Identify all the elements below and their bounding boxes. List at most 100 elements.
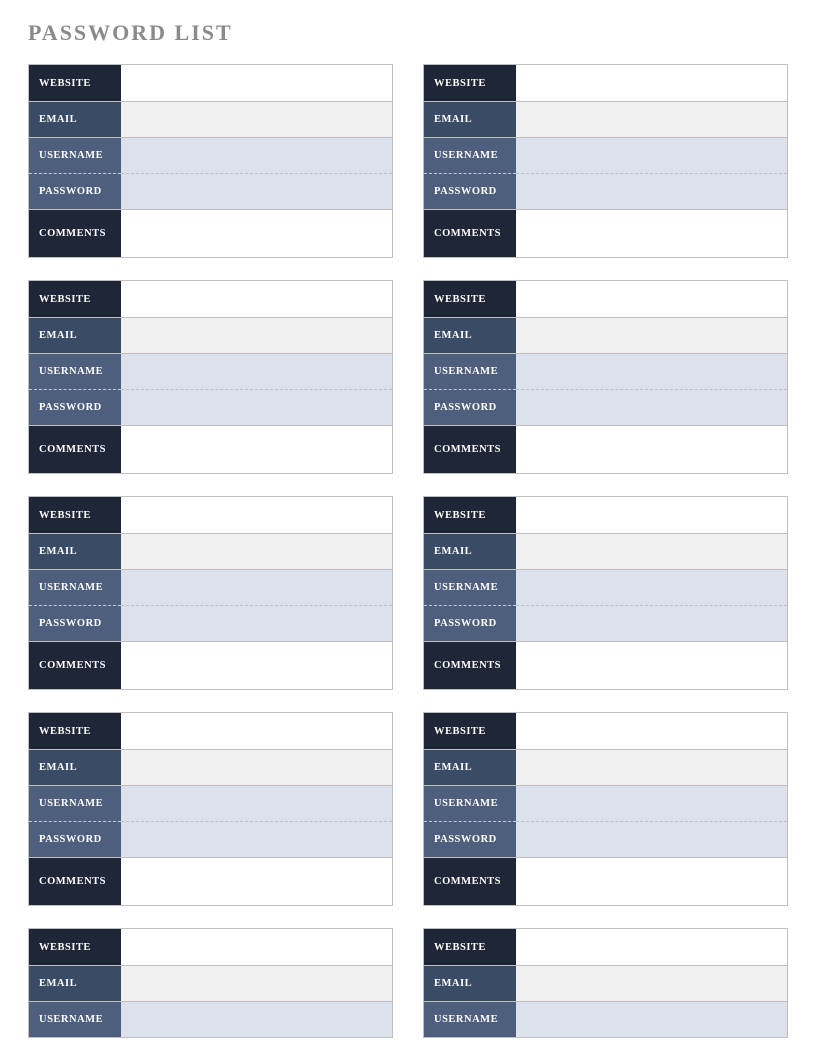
password-value[interactable]	[121, 605, 392, 641]
website-value[interactable]	[121, 65, 392, 101]
email-value[interactable]	[516, 749, 787, 785]
website-value[interactable]	[516, 65, 787, 101]
email-value[interactable]	[516, 101, 787, 137]
page-title: PASSWORD LIST	[28, 20, 789, 46]
email-value[interactable]	[516, 533, 787, 569]
email-label: EMAIL	[29, 749, 121, 785]
password-value[interactable]	[516, 605, 787, 641]
email-label: EMAIL	[29, 317, 121, 353]
website-value[interactable]	[516, 497, 787, 533]
comments-label: COMMENTS	[424, 857, 516, 905]
username-value[interactable]	[121, 785, 392, 821]
website-label: WEBSITE	[29, 929, 121, 965]
comments-label: COMMENTS	[29, 209, 121, 257]
username-value[interactable]	[516, 569, 787, 605]
password-label: PASSWORD	[424, 173, 516, 209]
email-value[interactable]	[516, 965, 787, 1001]
username-label: USERNAME	[424, 1001, 516, 1037]
email-label: EMAIL	[424, 965, 516, 1001]
username-value[interactable]	[516, 1001, 787, 1037]
password-value[interactable]	[121, 389, 392, 425]
username-value[interactable]	[121, 569, 392, 605]
password-card: WEBSITEEMAILUSERNAMEPASSWORDCOMMENTS	[28, 712, 393, 906]
email-label: EMAIL	[424, 101, 516, 137]
comments-value[interactable]	[516, 641, 787, 689]
username-label: USERNAME	[29, 785, 121, 821]
password-value[interactable]	[516, 821, 787, 857]
comments-label: COMMENTS	[29, 857, 121, 905]
email-label: EMAIL	[29, 101, 121, 137]
username-label: USERNAME	[424, 785, 516, 821]
comments-value[interactable]	[121, 425, 392, 473]
website-label: WEBSITE	[29, 497, 121, 533]
username-label: USERNAME	[29, 353, 121, 389]
website-label: WEBSITE	[29, 713, 121, 749]
comments-label: COMMENTS	[29, 641, 121, 689]
comments-value[interactable]	[516, 209, 787, 257]
website-value[interactable]	[516, 281, 787, 317]
comments-label: COMMENTS	[424, 209, 516, 257]
username-value[interactable]	[516, 353, 787, 389]
password-card: WEBSITEEMAILUSERNAMEPASSWORDCOMMENTS	[423, 280, 788, 474]
password-label: PASSWORD	[29, 389, 121, 425]
username-value[interactable]	[121, 353, 392, 389]
password-card: WEBSITEEMAILUSERNAMEPASSWORDCOMMENTS	[28, 496, 393, 690]
email-value[interactable]	[121, 317, 392, 353]
email-value[interactable]	[121, 749, 392, 785]
comments-value[interactable]	[516, 857, 787, 905]
website-label: WEBSITE	[424, 497, 516, 533]
username-label: USERNAME	[424, 353, 516, 389]
username-value[interactable]	[516, 137, 787, 173]
email-value[interactable]	[516, 317, 787, 353]
password-label: PASSWORD	[29, 173, 121, 209]
comments-value[interactable]	[121, 857, 392, 905]
website-value[interactable]	[516, 713, 787, 749]
comments-value[interactable]	[121, 641, 392, 689]
password-label: PASSWORD	[424, 821, 516, 857]
password-value[interactable]	[121, 821, 392, 857]
username-value[interactable]	[121, 137, 392, 173]
password-label: PASSWORD	[29, 605, 121, 641]
password-card: WEBSITEEMAILUSERNAME	[423, 928, 788, 1038]
comments-label: COMMENTS	[424, 641, 516, 689]
card-grid: WEBSITEEMAILUSERNAMEPASSWORDCOMMENTSWEBS…	[28, 64, 789, 1038]
password-label: PASSWORD	[424, 605, 516, 641]
password-value[interactable]	[516, 173, 787, 209]
password-value[interactable]	[121, 173, 392, 209]
comments-value[interactable]	[121, 209, 392, 257]
email-value[interactable]	[121, 101, 392, 137]
website-value[interactable]	[121, 713, 392, 749]
website-value[interactable]	[516, 929, 787, 965]
email-value[interactable]	[121, 965, 392, 1001]
comments-value[interactable]	[516, 425, 787, 473]
website-label: WEBSITE	[29, 65, 121, 101]
username-value[interactable]	[516, 785, 787, 821]
username-label: USERNAME	[29, 1001, 121, 1037]
comments-label: COMMENTS	[29, 425, 121, 473]
password-card: WEBSITEEMAILUSERNAMEPASSWORDCOMMENTS	[423, 712, 788, 906]
website-value[interactable]	[121, 929, 392, 965]
website-label: WEBSITE	[424, 65, 516, 101]
username-value[interactable]	[121, 1001, 392, 1037]
email-label: EMAIL	[424, 749, 516, 785]
email-label: EMAIL	[424, 533, 516, 569]
password-card: WEBSITEEMAILUSERNAMEPASSWORDCOMMENTS	[423, 496, 788, 690]
password-card: WEBSITEEMAILUSERNAMEPASSWORDCOMMENTS	[28, 280, 393, 474]
password-card: WEBSITEEMAILUSERNAMEPASSWORDCOMMENTS	[423, 64, 788, 258]
website-label: WEBSITE	[424, 929, 516, 965]
password-card: WEBSITEEMAILUSERNAME	[28, 928, 393, 1038]
website-label: WEBSITE	[424, 281, 516, 317]
username-label: USERNAME	[424, 569, 516, 605]
email-value[interactable]	[121, 533, 392, 569]
website-label: WEBSITE	[29, 281, 121, 317]
email-label: EMAIL	[424, 317, 516, 353]
username-label: USERNAME	[29, 137, 121, 173]
website-value[interactable]	[121, 281, 392, 317]
email-label: EMAIL	[29, 965, 121, 1001]
username-label: USERNAME	[424, 137, 516, 173]
email-label: EMAIL	[29, 533, 121, 569]
password-label: PASSWORD	[424, 389, 516, 425]
website-value[interactable]	[121, 497, 392, 533]
password-value[interactable]	[516, 389, 787, 425]
website-label: WEBSITE	[424, 713, 516, 749]
